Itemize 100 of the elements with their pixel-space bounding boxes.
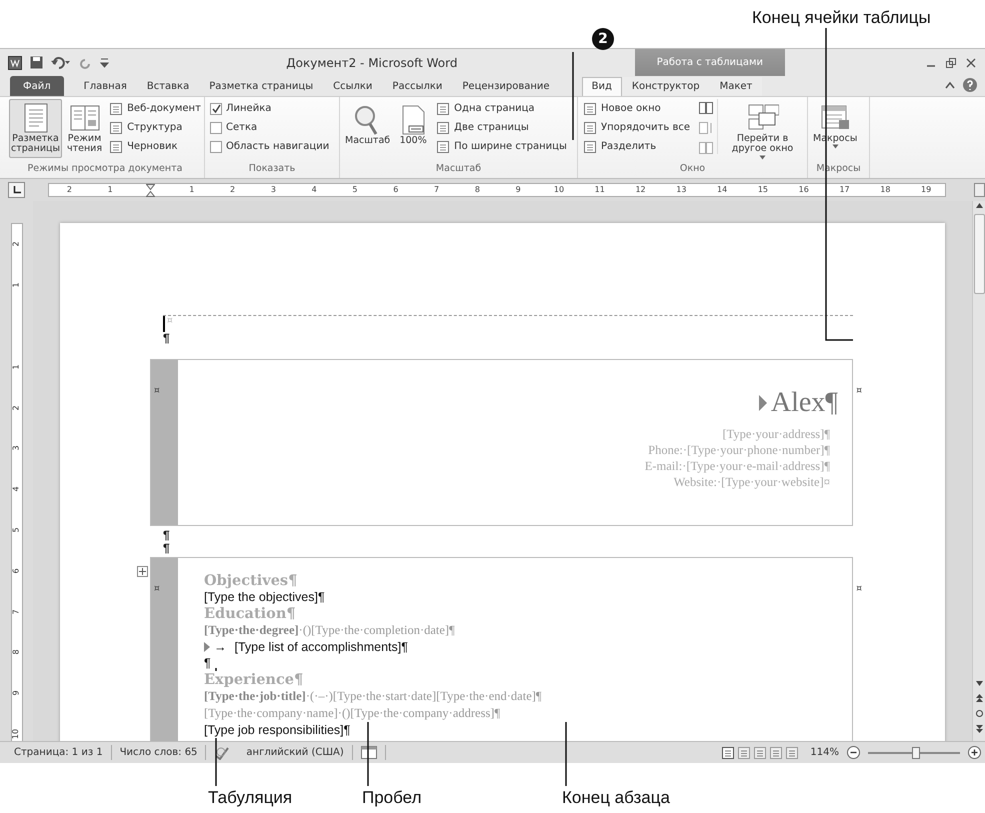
draft-view-icon[interactable] xyxy=(786,746,798,758)
macro-record-icon[interactable] xyxy=(360,746,377,759)
ribbon-button[interactable]: Разделить xyxy=(581,137,692,156)
table-move-handle-icon xyxy=(137,566,148,577)
triangle-icon xyxy=(758,395,767,412)
view-ruler-icon[interactable] xyxy=(974,183,985,197)
cell-mark: ¤ xyxy=(154,385,160,398)
bullet-triangle-icon xyxy=(204,642,210,652)
collapse-ribbon-icon[interactable] xyxy=(945,81,955,89)
reading-view-icon[interactable] xyxy=(738,746,750,758)
checkbox[interactable] xyxy=(210,140,222,152)
file-tab[interactable]: Файл xyxy=(10,76,64,96)
word-count[interactable]: Число слов: 65 xyxy=(112,745,206,760)
field-text: [Type·the·job·title]·(·–·)[Type·the·start·date][Type·the·end·date]¶ xyxy=(204,688,542,705)
name-heading: Alex¶ xyxy=(770,388,838,419)
checkbox-label[interactable]: Линейка xyxy=(226,101,272,116)
save-icon[interactable] xyxy=(30,56,43,69)
cell-mark: ¤ xyxy=(856,385,862,398)
checkbox-label[interactable]: Сетка xyxy=(226,120,258,135)
document-icon xyxy=(436,140,450,154)
ribbon-button[interactable]: Новое окно xyxy=(581,99,692,118)
document-icon xyxy=(109,120,124,134)
ruler-number: 8 xyxy=(474,184,481,196)
browse-object-icon[interactable] xyxy=(976,710,982,717)
ruler-number: 10 xyxy=(552,184,566,196)
help-icon[interactable] xyxy=(963,78,977,92)
zoom-out-icon[interactable] xyxy=(847,746,860,759)
view-button[interactable]: Разметка страницы xyxy=(9,99,62,158)
text-cursor xyxy=(163,316,165,332)
ribbon-tab[interactable]: Рецензирование xyxy=(452,77,560,96)
ruler-number: 19 xyxy=(920,184,932,196)
tab-selector[interactable] xyxy=(8,182,25,198)
ribbon-button[interactable]: Две страницы xyxy=(434,118,569,137)
document-icon xyxy=(436,120,450,134)
zoom-level[interactable]: 114% xyxy=(810,745,839,760)
cell-mark: ¤ xyxy=(167,315,173,328)
print-layout-icon[interactable] xyxy=(722,746,734,758)
cell-mark: ¤ xyxy=(856,582,862,596)
document-icon xyxy=(583,120,597,134)
context-tab-header: Работа с таблицами xyxy=(634,49,785,76)
ruler-number: 9 xyxy=(514,184,522,196)
ruler-number: 15 xyxy=(756,184,770,196)
ruler-number: 10 xyxy=(10,728,22,740)
next-page-icon[interactable] xyxy=(976,725,982,733)
field-text: [Type·the·company·name]·()[Type·the·company·address]¶ xyxy=(204,704,500,722)
ribbon-tab[interactable]: Вид xyxy=(582,77,622,96)
ribbon-tab[interactable]: Макет xyxy=(710,77,762,96)
ribbon-tab[interactable]: Конструктор xyxy=(622,77,710,96)
ribbon-button[interactable]: Веб-документ xyxy=(107,99,203,118)
section-heading: Objectives¶ xyxy=(204,572,298,589)
web-layout-icon[interactable] xyxy=(754,746,766,758)
view-button[interactable]: Режим чтения xyxy=(64,99,104,158)
side-by-side-icon[interactable] xyxy=(699,102,713,114)
ruler-number: 6 xyxy=(392,184,400,196)
leader-line xyxy=(367,720,369,786)
ribbon-tab[interactable]: Главная xyxy=(74,77,137,96)
ribbon-button[interactable]: Структура xyxy=(107,118,203,137)
view-button[interactable]: Масштаб xyxy=(343,101,392,150)
callout-label: Табуляция xyxy=(208,789,292,806)
window-title: Документ2 - Microsoft Word xyxy=(286,54,458,72)
close-icon[interactable] xyxy=(965,56,977,68)
ruler-number: 5 xyxy=(351,184,359,196)
page-count[interactable]: Страница: 1 из 1 xyxy=(6,745,112,760)
checkbox[interactable] xyxy=(210,102,222,114)
customize-icon[interactable] xyxy=(100,56,109,69)
contact-line: Website:·[Type·your·website]¤ xyxy=(674,474,830,489)
zoom-in-icon[interactable] xyxy=(968,746,981,759)
placeholder-text: [Type job responsibilities]¶ xyxy=(204,722,350,738)
contact-line: [Type·your·address]¶ xyxy=(722,426,830,441)
ribbon-tab[interactable]: Вставка xyxy=(136,77,200,96)
restore-icon[interactable] xyxy=(945,56,957,68)
group-label: Показать xyxy=(248,162,296,176)
word-logo-icon[interactable] xyxy=(8,56,22,70)
callout-label: Конец абзаца xyxy=(562,789,670,806)
scroll-down-icon[interactable] xyxy=(976,681,982,686)
ribbon-tab[interactable]: Рассылки xyxy=(382,77,452,96)
ribbon-button[interactable]: По ширине страницы xyxy=(434,137,569,156)
ribbon-tab[interactable]: Разметка страницы xyxy=(199,77,324,96)
previous-page-icon[interactable] xyxy=(976,694,982,702)
contact-line: E-mail:·[Type·your·e-mail·address]¶ xyxy=(644,458,830,473)
ruler-number: 14 xyxy=(716,184,728,196)
checkbox[interactable] xyxy=(210,122,222,134)
ribbon-button[interactable]: Упорядочить все xyxy=(581,118,692,137)
slider-thumb[interactable] xyxy=(912,746,920,758)
view-button[interactable]: 100% xyxy=(395,101,432,150)
spelling-check-icon[interactable] xyxy=(214,746,230,760)
language-indicator[interactable]: английский (США) xyxy=(246,745,344,760)
indent-marker-icon[interactable] xyxy=(146,184,156,198)
scroll-thumb[interactable] xyxy=(974,214,984,294)
scroll-up-icon[interactable] xyxy=(976,203,982,208)
ruler-number: 6 xyxy=(10,568,22,574)
undo-icon[interactable] xyxy=(51,56,71,69)
ribbon-button[interactable]: Одна страница xyxy=(434,99,569,118)
tab-stop-icon xyxy=(12,186,20,194)
checkbox-label[interactable]: Область навигации xyxy=(226,139,330,154)
view-button[interactable]: Перейти в другое окно xyxy=(721,99,804,163)
outline-view-icon[interactable] xyxy=(770,746,782,758)
callout-label: Конец ячейки таблицы xyxy=(752,9,931,26)
ribbon-tab[interactable]: Ссылки xyxy=(323,77,382,96)
ribbon-button[interactable]: Черновик xyxy=(107,137,203,156)
